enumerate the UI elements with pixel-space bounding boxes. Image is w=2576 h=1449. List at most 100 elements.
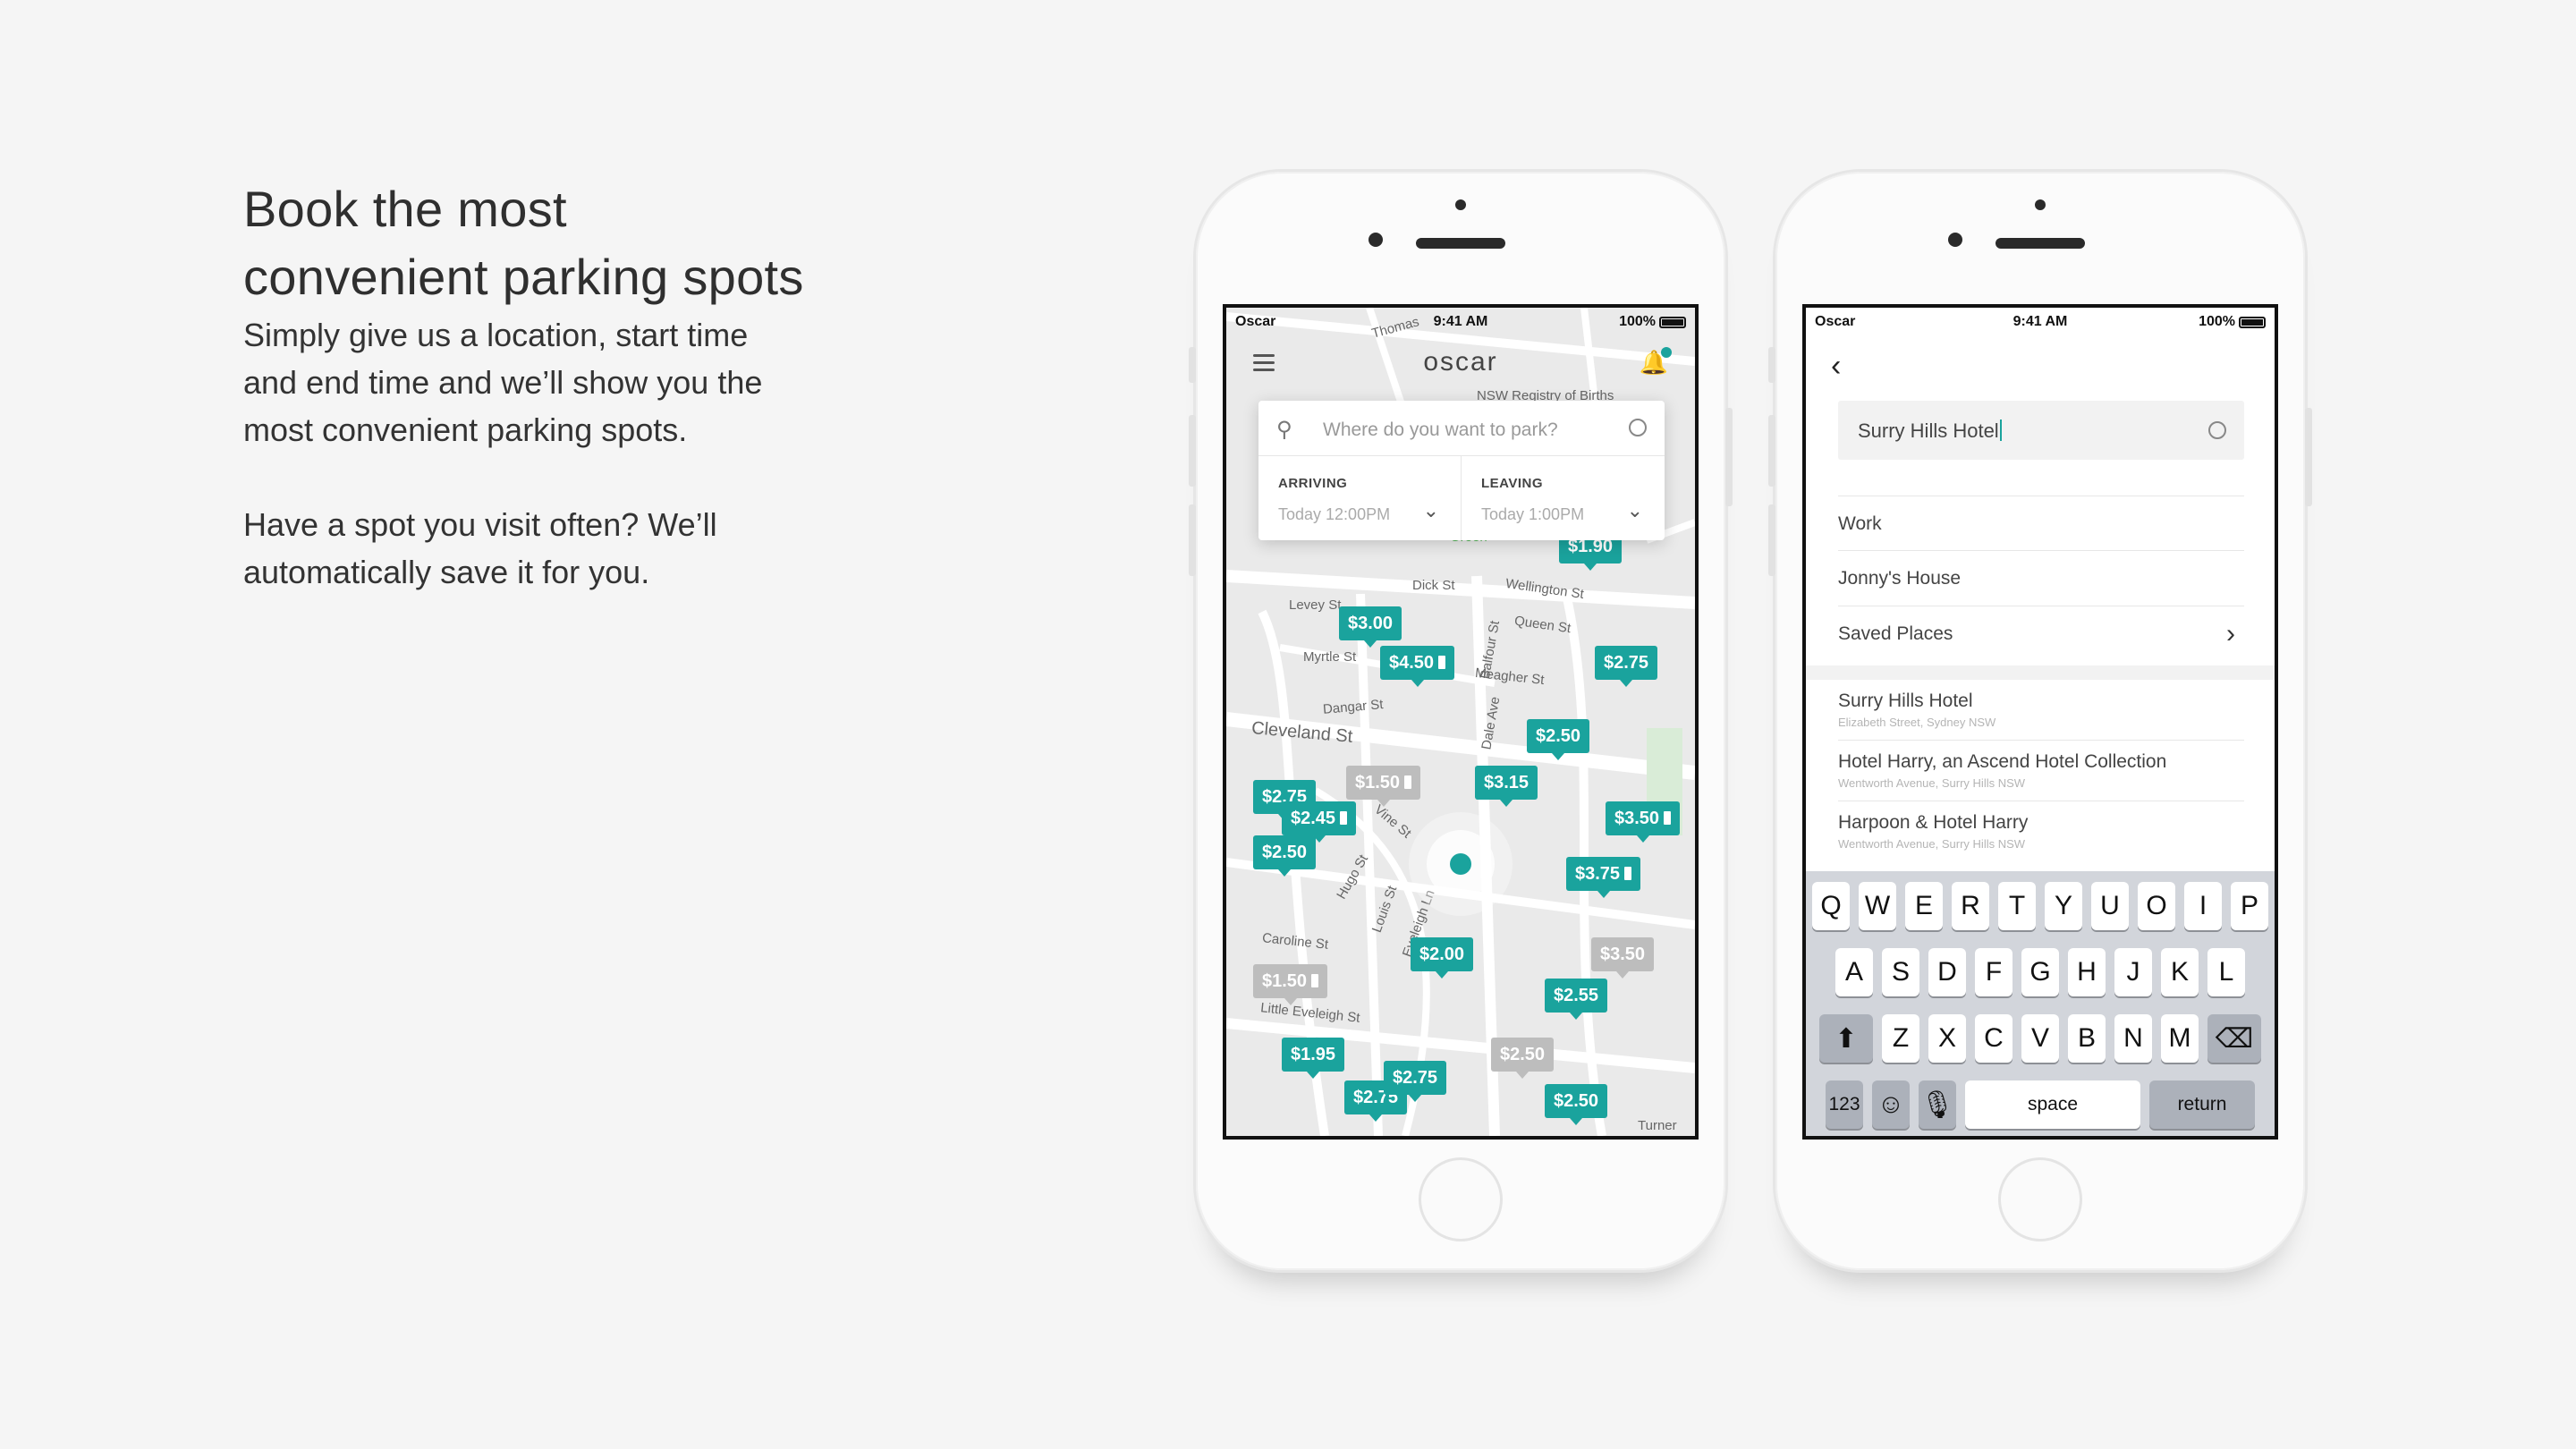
pin-price: $1.95 bbox=[1291, 1045, 1336, 1064]
pin-price: $2.50 bbox=[1262, 843, 1308, 862]
search-results: Surry Hills Hotel Elizabeth Street, Sydn… bbox=[1838, 680, 2244, 862]
pin-price: $3.75 bbox=[1575, 864, 1621, 884]
leaving-value: Today 1:00PM bbox=[1481, 505, 1585, 523]
locate-me-icon[interactable] bbox=[2208, 421, 2226, 439]
keyboard-row: QWERTYUOIP bbox=[1806, 882, 2275, 930]
pin-price: $3.15 bbox=[1484, 773, 1530, 792]
key-a[interactable]: A bbox=[1835, 948, 1873, 996]
key-l[interactable]: L bbox=[2207, 948, 2245, 996]
locate-me-icon[interactable] bbox=[1629, 419, 1647, 436]
battery: 100% bbox=[1619, 314, 1686, 330]
saved-place-label: Saved Places bbox=[1838, 623, 1953, 644]
arriving-selector[interactable]: ARRIVING Today 12:00PM ⌄ bbox=[1258, 456, 1462, 540]
home-button[interactable] bbox=[1998, 1157, 2082, 1241]
key-b[interactable]: B bbox=[2068, 1014, 2106, 1063]
key-g[interactable]: G bbox=[2021, 948, 2059, 996]
key-y[interactable]: Y bbox=[2045, 882, 2082, 930]
status-bar: Oscar 9:41 AM 100% bbox=[1806, 308, 2275, 335]
parking-pin-unavailable[interactable]: $2.50 bbox=[1491, 1038, 1555, 1079]
key-q[interactable]: Q bbox=[1812, 882, 1850, 930]
key-k[interactable]: K bbox=[2161, 948, 2199, 996]
parking-pin[interactable]: $2.00 bbox=[1411, 937, 1474, 979]
headline-line-2: convenient parking spots bbox=[243, 249, 804, 305]
search-icon: ⚲ bbox=[1276, 418, 1292, 442]
key-f[interactable]: F bbox=[1975, 948, 2012, 996]
mute-switch bbox=[1189, 347, 1196, 383]
microphone-icon[interactable]: 🎙 bbox=[1919, 1080, 1956, 1129]
pin-price: $2.50 bbox=[1536, 726, 1581, 746]
ev-charger-icon bbox=[1664, 811, 1672, 825]
leaving-selector[interactable]: LEAVING Today 1:00PM ⌄ bbox=[1462, 456, 1665, 540]
parking-pin[interactable]: $2.75 bbox=[1384, 1061, 1447, 1102]
battery-percent: 100% bbox=[2199, 314, 2235, 329]
key-d[interactable]: D bbox=[1928, 948, 1966, 996]
keyboard-row: ⬆ ZXCVBNM ⌫ bbox=[1806, 1014, 2275, 1063]
chevron-down-icon: ⌄ bbox=[1422, 499, 1439, 521]
on-screen-keyboard: QWERTYUOIP ASDFGHJKL ⬆ ZXCVBNM ⌫ 123 ☺ 🎙… bbox=[1806, 871, 2275, 1136]
backspace-key[interactable]: ⌫ bbox=[2207, 1014, 2261, 1063]
pin-price: $1.50 bbox=[1355, 773, 1401, 792]
parking-pin[interactable]: $2.50 bbox=[1527, 719, 1590, 760]
search-result[interactable]: Surry Hills Hotel Elizabeth Street, Sydn… bbox=[1838, 680, 2244, 741]
parking-pin[interactable]: $2.50 bbox=[1253, 835, 1317, 877]
parking-pin[interactable]: $2.75 bbox=[1595, 646, 1658, 687]
key-n[interactable]: N bbox=[2114, 1014, 2152, 1063]
key-t[interactable]: T bbox=[1998, 882, 2036, 930]
screen-map: Thomas NSW Registry of Births Green Dick… bbox=[1223, 304, 1699, 1140]
parking-pin[interactable]: $3.00 bbox=[1339, 606, 1402, 648]
search-result[interactable]: Hotel Harry, an Ascend Hotel Collection … bbox=[1838, 741, 2244, 801]
search-result[interactable]: Harpoon & Hotel Harry Wentworth Avenue, … bbox=[1838, 801, 2244, 862]
key-r[interactable]: R bbox=[1952, 882, 1989, 930]
key-v[interactable]: V bbox=[2021, 1014, 2059, 1063]
back-chevron-icon[interactable]: ‹ bbox=[1831, 349, 1841, 384]
key-p[interactable]: P bbox=[2231, 882, 2268, 930]
chevron-right-icon: › bbox=[2226, 619, 2235, 648]
parking-pin[interactable]: $3.15 bbox=[1475, 766, 1538, 807]
phone-map: Thomas NSW Registry of Births Green Dick… bbox=[1189, 172, 1733, 1270]
key-i[interactable]: I bbox=[2184, 882, 2222, 930]
numbers-key[interactable]: 123 bbox=[1826, 1080, 1863, 1129]
saved-place-work[interactable]: Work bbox=[1838, 496, 2244, 551]
pin-price: $2.55 bbox=[1554, 986, 1599, 1005]
space-key[interactable]: space bbox=[1965, 1080, 2140, 1129]
arriving-label: ARRIVING bbox=[1278, 476, 1348, 491]
return-key[interactable]: return bbox=[2149, 1080, 2255, 1129]
pin-price: $2.45 bbox=[1291, 809, 1336, 828]
parking-pin[interactable]: $2.45 bbox=[1282, 801, 1357, 843]
parking-pin-unavailable[interactable]: $1.50 bbox=[1253, 964, 1328, 1005]
parking-pin[interactable]: $4.50 bbox=[1380, 646, 1455, 687]
key-u[interactable]: U bbox=[2091, 882, 2129, 930]
parking-pin-unavailable[interactable]: $3.50 bbox=[1591, 937, 1655, 979]
key-h[interactable]: H bbox=[2068, 948, 2106, 996]
parking-pin[interactable]: $3.75 bbox=[1566, 857, 1641, 898]
key-j[interactable]: J bbox=[2114, 948, 2152, 996]
volume-down-button bbox=[1768, 504, 1775, 576]
saved-places-link[interactable]: Saved Places › bbox=[1838, 606, 2244, 662]
sensor bbox=[1948, 233, 1962, 247]
shift-key[interactable]: ⬆ bbox=[1819, 1014, 1873, 1063]
parking-pin[interactable]: $2.50 bbox=[1545, 1084, 1608, 1125]
emoji-key[interactable]: ☺ bbox=[1872, 1080, 1910, 1129]
home-button[interactable] bbox=[1419, 1157, 1503, 1241]
key-c[interactable]: C bbox=[1975, 1014, 2012, 1063]
saved-place-jonnys-house[interactable]: Jonny's House bbox=[1838, 551, 2244, 606]
street-label: Dick St bbox=[1412, 578, 1455, 593]
parking-pin[interactable]: $2.55 bbox=[1545, 979, 1608, 1020]
parking-pin[interactable]: $1.95 bbox=[1282, 1038, 1345, 1079]
key-e[interactable]: E bbox=[1905, 882, 1943, 930]
result-title: Harpoon & Hotel Harry bbox=[1838, 812, 2029, 833]
result-subtitle: Elizabeth Street, Sydney NSW bbox=[1838, 716, 1996, 729]
key-o[interactable]: O bbox=[2138, 882, 2175, 930]
key-s[interactable]: S bbox=[1882, 948, 1919, 996]
street-label: Turner bbox=[1638, 1118, 1677, 1133]
key-m[interactable]: M bbox=[2161, 1014, 2199, 1063]
location-search-input[interactable]: Surry Hills Hotel bbox=[1838, 401, 2244, 460]
parking-pin[interactable]: $3.50 bbox=[1606, 801, 1681, 843]
key-x[interactable]: X bbox=[1928, 1014, 1966, 1063]
street-label: Levey St bbox=[1289, 597, 1342, 613]
key-z[interactable]: Z bbox=[1882, 1014, 1919, 1063]
location-search-field[interactable]: ⚲ Where do you want to park? bbox=[1258, 401, 1665, 456]
section-divider bbox=[1806, 665, 2275, 680]
parking-pin-unavailable[interactable]: $1.50 bbox=[1346, 766, 1421, 807]
key-w[interactable]: W bbox=[1859, 882, 1896, 930]
